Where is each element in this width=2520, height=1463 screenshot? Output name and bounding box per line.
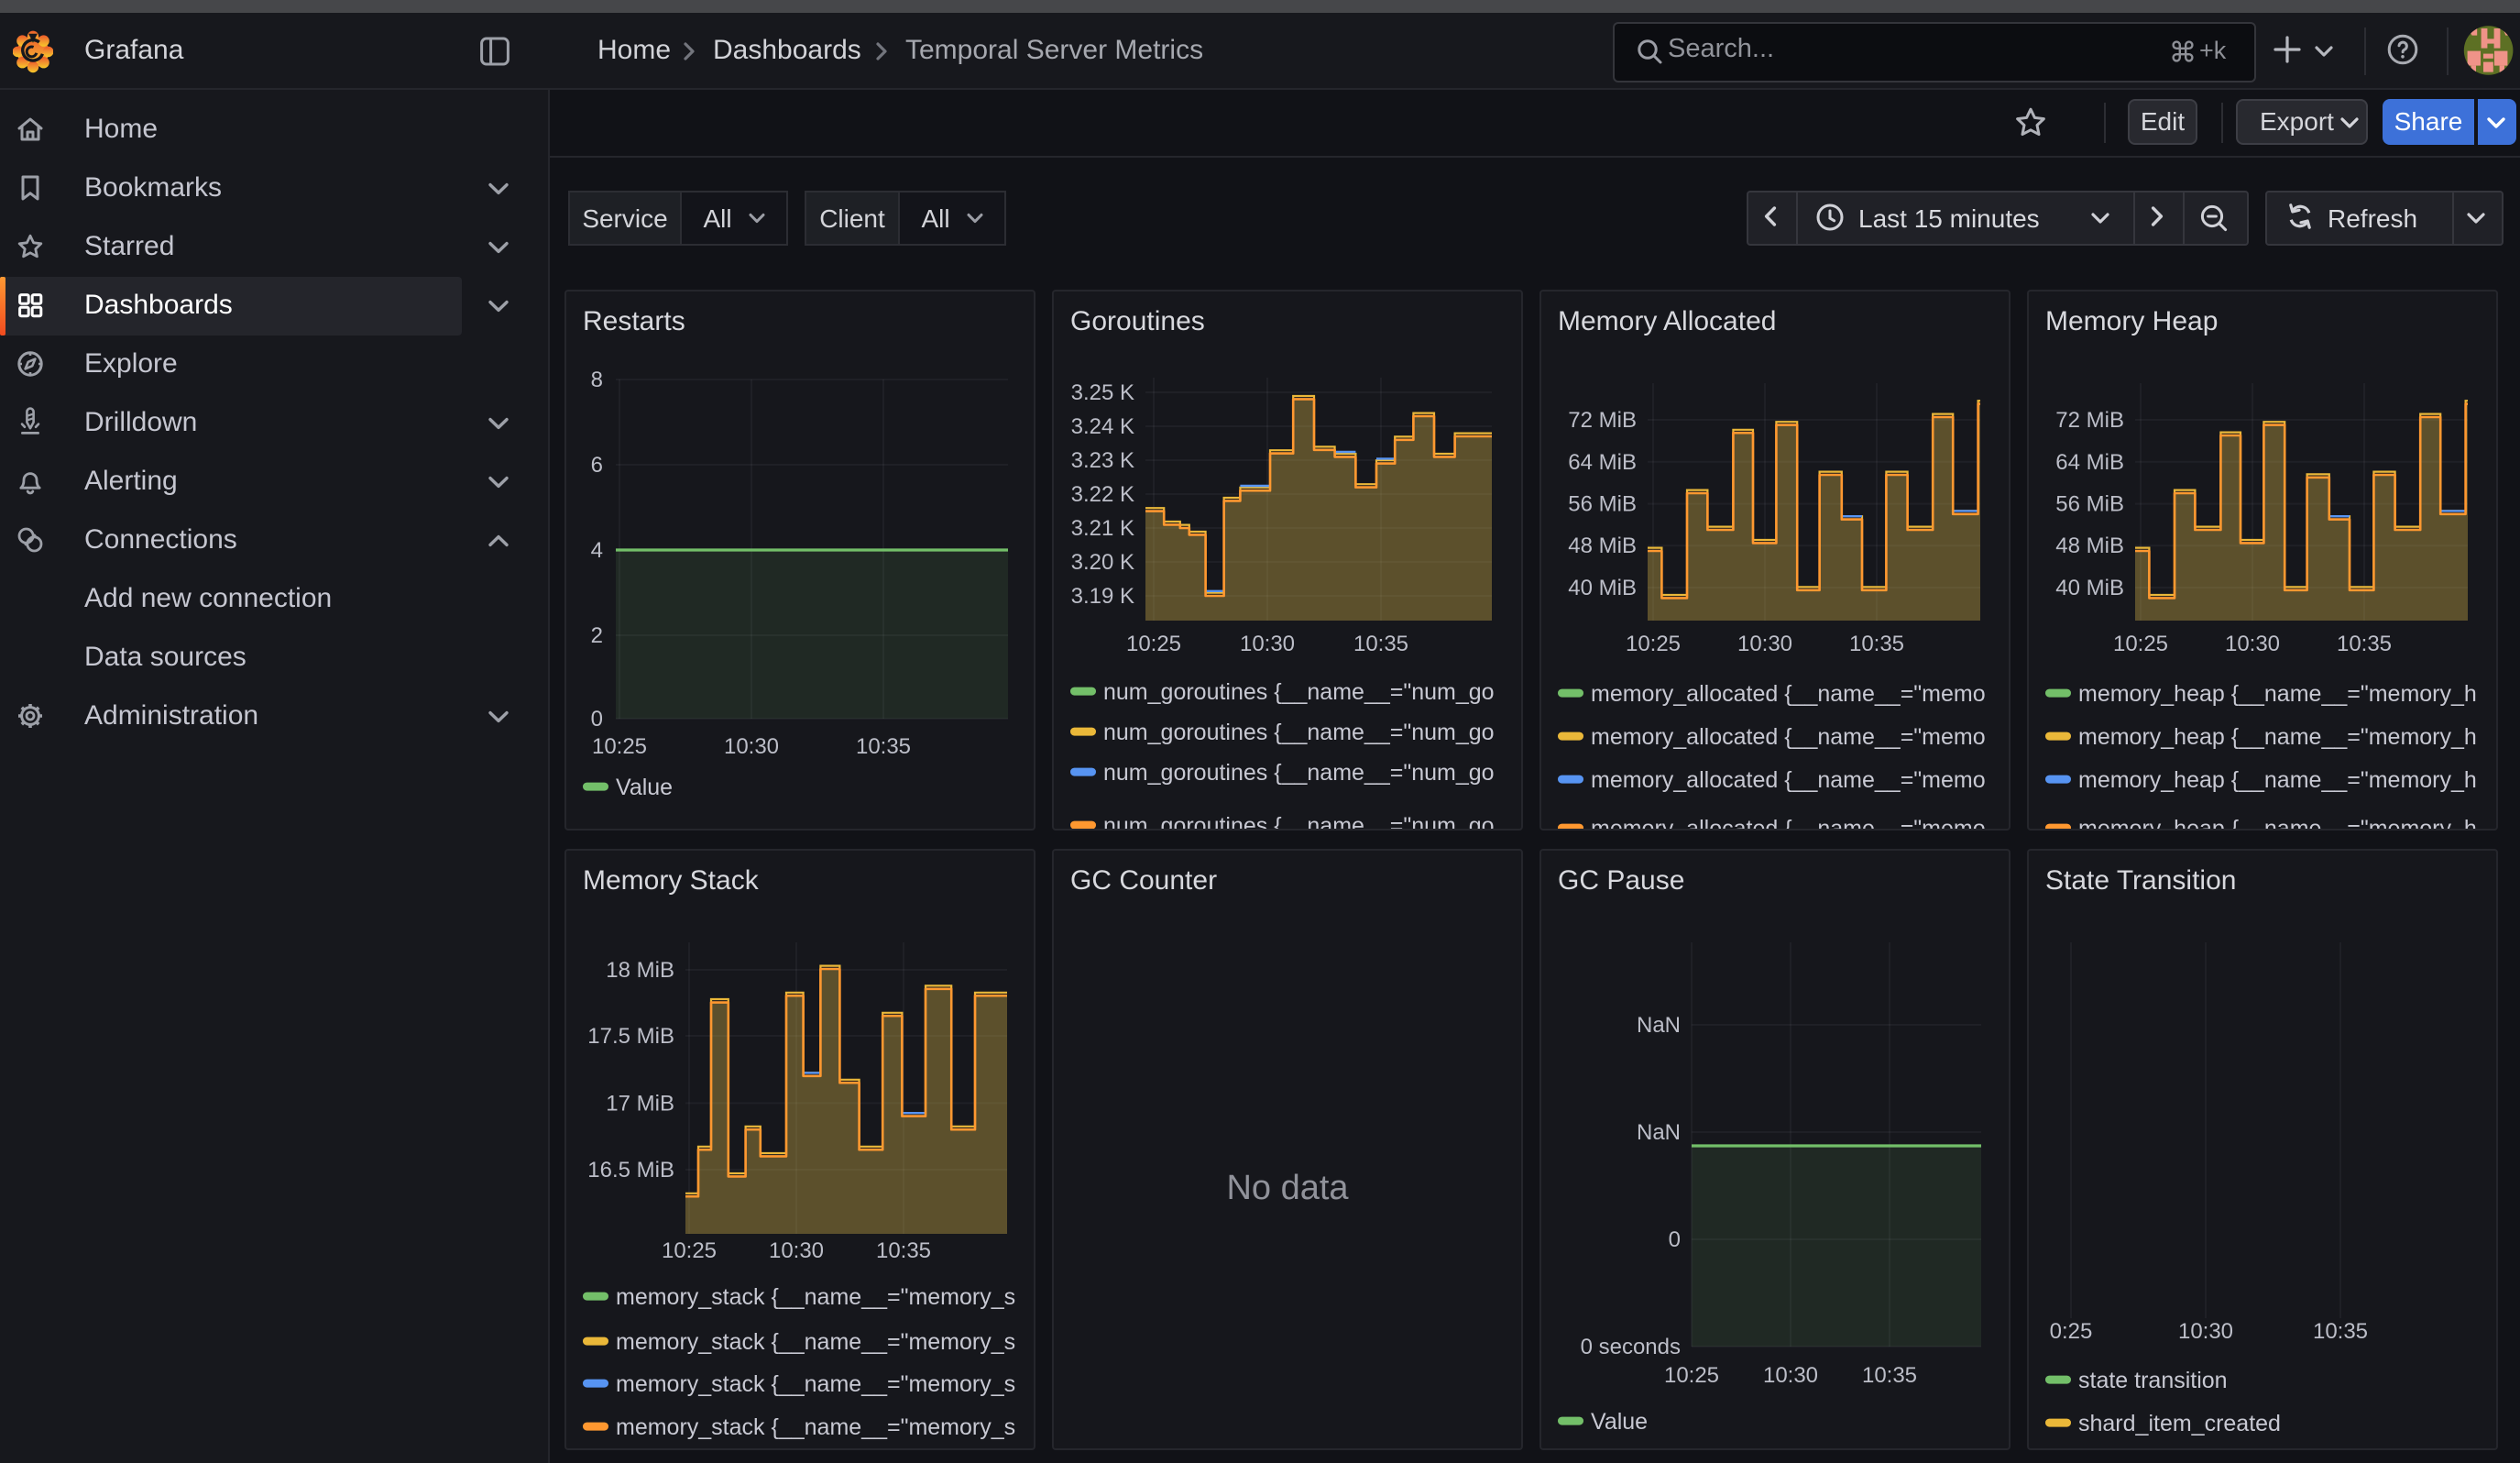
svg-text:memory_allocated {__name__="me: memory_allocated {__name__="memo bbox=[1591, 816, 1986, 829]
svg-text:64 MiB: 64 MiB bbox=[1568, 450, 1637, 475]
svg-text:10:25: 10:25 bbox=[662, 1238, 717, 1263]
svg-text:64 MiB: 64 MiB bbox=[2055, 450, 2124, 475]
svg-text:40 MiB: 40 MiB bbox=[2055, 576, 2124, 600]
svg-text:18 MiB: 18 MiB bbox=[606, 958, 674, 983]
svg-text:num_goroutines {__name__="num_: num_goroutines {__name__="num_go bbox=[1103, 679, 1495, 705]
svg-text:memory_heap {__name__="memory_: memory_heap {__name__="memory_h bbox=[2078, 724, 2477, 750]
svg-text:48 MiB: 48 MiB bbox=[2055, 534, 2124, 558]
svg-text:num_goroutines {__name__="num_: num_goroutines {__name__="num_go bbox=[1103, 813, 1495, 829]
svg-text:10:30: 10:30 bbox=[1240, 632, 1295, 656]
svg-text:4: 4 bbox=[591, 538, 603, 563]
svg-text:10:35: 10:35 bbox=[2313, 1319, 2368, 1344]
svg-text:3.25 K: 3.25 K bbox=[1071, 380, 1134, 405]
svg-text:10:30: 10:30 bbox=[2178, 1319, 2233, 1344]
svg-text:10:35: 10:35 bbox=[1849, 632, 1904, 656]
svg-text:num_goroutines {__name__="num_: num_goroutines {__name__="num_go bbox=[1103, 720, 1495, 745]
svg-text:memory_stack {__name__="memory: memory_stack {__name__="memory_s bbox=[616, 1371, 1015, 1397]
svg-text:10:35: 10:35 bbox=[1353, 632, 1408, 656]
svg-text:3.21 K: 3.21 K bbox=[1071, 516, 1134, 541]
svg-text:0: 0 bbox=[1669, 1227, 1681, 1252]
svg-text:10:30: 10:30 bbox=[1737, 632, 1792, 656]
svg-text:16.5 MiB: 16.5 MiB bbox=[587, 1158, 674, 1182]
svg-text:3.22 K: 3.22 K bbox=[1071, 482, 1134, 507]
svg-text:GC Pause: GC Pause bbox=[1558, 865, 1684, 896]
svg-text:3.20 K: 3.20 K bbox=[1071, 550, 1134, 575]
svg-text:72 MiB: 72 MiB bbox=[2055, 408, 2124, 433]
svg-text:17.5 MiB: 17.5 MiB bbox=[587, 1024, 674, 1049]
svg-text:memory_allocated {__name__="me: memory_allocated {__name__="memo bbox=[1591, 767, 1986, 793]
svg-text:Memory Heap: Memory Heap bbox=[2045, 306, 2218, 336]
svg-text:State Transition: State Transition bbox=[2045, 865, 2236, 896]
svg-text:0 seconds: 0 seconds bbox=[1581, 1335, 1681, 1359]
svg-text:0:25: 0:25 bbox=[2050, 1319, 2093, 1344]
svg-text:memory_stack {__name__="memory: memory_stack {__name__="memory_s bbox=[616, 1284, 1015, 1310]
svg-text:56 MiB: 56 MiB bbox=[1568, 492, 1637, 517]
svg-text:56 MiB: 56 MiB bbox=[2055, 492, 2124, 517]
svg-text:memory_heap {__name__="memory_: memory_heap {__name__="memory_h bbox=[2078, 816, 2477, 829]
svg-text:num_goroutines {__name__="num_: num_goroutines {__name__="num_go bbox=[1103, 760, 1495, 786]
svg-text:memory_allocated {__name__="me: memory_allocated {__name__="memo bbox=[1591, 724, 1986, 750]
svg-text:Goroutines: Goroutines bbox=[1070, 306, 1205, 336]
svg-text:3.24 K: 3.24 K bbox=[1071, 414, 1134, 439]
svg-text:No data: No data bbox=[1226, 1169, 1349, 1207]
svg-text:NaN: NaN bbox=[1637, 1013, 1681, 1038]
svg-text:10:30: 10:30 bbox=[769, 1238, 824, 1263]
svg-text:GC Counter: GC Counter bbox=[1070, 865, 1217, 896]
svg-text:10:30: 10:30 bbox=[1763, 1363, 1818, 1388]
svg-text:memory_heap {__name__="memory_: memory_heap {__name__="memory_h bbox=[2078, 767, 2477, 793]
svg-text:3.23 K: 3.23 K bbox=[1071, 448, 1134, 473]
svg-text:10:30: 10:30 bbox=[2225, 632, 2280, 656]
svg-text:Memory Stack: Memory Stack bbox=[583, 865, 760, 896]
svg-text:Value: Value bbox=[616, 775, 673, 800]
svg-text:10:35: 10:35 bbox=[2337, 632, 2392, 656]
svg-text:48 MiB: 48 MiB bbox=[1568, 534, 1637, 558]
svg-text:10:25: 10:25 bbox=[1626, 632, 1681, 656]
svg-text:Memory Allocated: Memory Allocated bbox=[1558, 306, 1776, 336]
svg-text:10:35: 10:35 bbox=[856, 734, 911, 759]
svg-text:10:35: 10:35 bbox=[1862, 1363, 1917, 1388]
svg-text:72 MiB: 72 MiB bbox=[1568, 408, 1637, 433]
svg-text:Value: Value bbox=[1591, 1409, 1648, 1435]
svg-text:6: 6 bbox=[591, 453, 603, 478]
svg-text:NaN: NaN bbox=[1637, 1120, 1681, 1145]
svg-text:10:25: 10:25 bbox=[2113, 632, 2168, 656]
svg-text:shard_item_created: shard_item_created bbox=[2078, 1411, 2281, 1436]
svg-text:10:25: 10:25 bbox=[592, 734, 647, 759]
svg-text:17 MiB: 17 MiB bbox=[606, 1091, 674, 1116]
svg-text:memory_stack {__name__="memory: memory_stack {__name__="memory_s bbox=[616, 1329, 1015, 1355]
svg-text:memory_allocated {__name__="me: memory_allocated {__name__="memo bbox=[1591, 681, 1986, 707]
svg-text:3.19 K: 3.19 K bbox=[1071, 584, 1134, 609]
svg-text:40 MiB: 40 MiB bbox=[1568, 576, 1637, 600]
svg-text:memory_stack {__name__="memory: memory_stack {__name__="memory_s bbox=[616, 1414, 1015, 1440]
svg-text:10:30: 10:30 bbox=[724, 734, 779, 759]
svg-text:Restarts: Restarts bbox=[583, 306, 685, 336]
svg-text:10:25: 10:25 bbox=[1664, 1363, 1719, 1388]
svg-text:memory_heap {__name__="memory_: memory_heap {__name__="memory_h bbox=[2078, 681, 2477, 707]
svg-text:8: 8 bbox=[591, 368, 603, 392]
svg-text:state transition: state transition bbox=[2078, 1368, 2228, 1393]
svg-text:10:25: 10:25 bbox=[1126, 632, 1181, 656]
svg-text:0: 0 bbox=[591, 707, 603, 732]
svg-text:2: 2 bbox=[591, 623, 603, 648]
svg-text:10:35: 10:35 bbox=[876, 1238, 931, 1263]
